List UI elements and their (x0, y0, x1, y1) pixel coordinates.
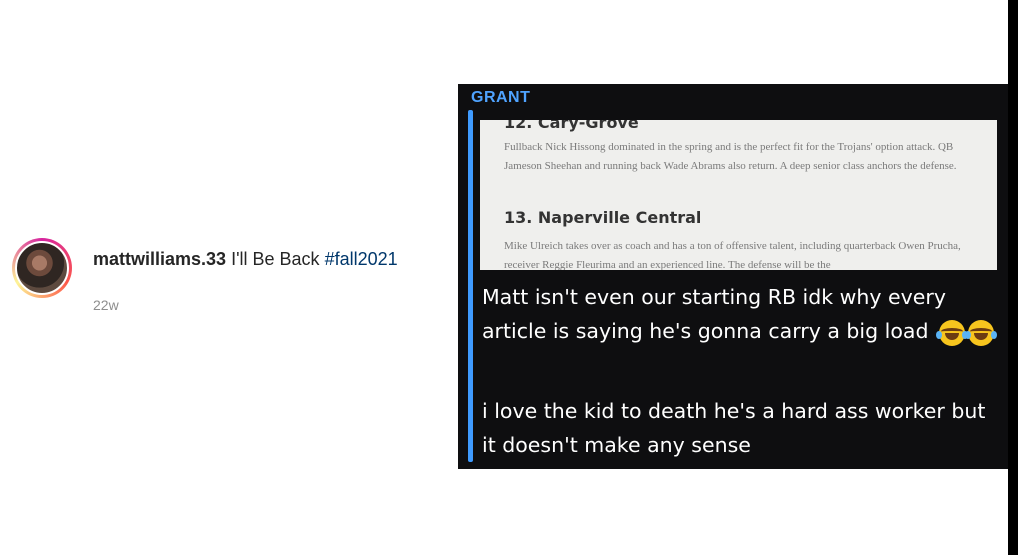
article-heading-13: 13. Naperville Central (504, 208, 702, 227)
comment-text: I'll Be Back (231, 249, 320, 269)
username-link[interactable]: mattwilliams.33 (93, 249, 226, 269)
comment-timestamp[interactable]: 22w (93, 297, 119, 313)
hashtag-link[interactable]: #fall2021 (325, 249, 398, 269)
article-body-12: Fullback Nick Hissong dominated in the s… (504, 141, 957, 172)
reply-indicator-bar (468, 110, 473, 462)
embedded-message-screenshot: GRANT 12. Cary-Grove Fullback Nick Hisso… (458, 84, 1008, 469)
laughing-crying-emoji-icon (936, 320, 968, 346)
caption-1: Matt isn't even our starting RB idk why … (482, 280, 1002, 349)
avatar-photo (15, 241, 69, 295)
caption-2: i love the kid to death he's a hard ass … (482, 399, 986, 457)
laughing-crying-emoji-icon (965, 320, 997, 346)
article-heading-12: 12. Cary-Grove (504, 120, 639, 132)
laughing-crying-emoji-pair (936, 315, 997, 349)
avatar[interactable] (12, 238, 72, 298)
article-body-13: Mike Ulreich takes over as coach and has… (504, 240, 961, 270)
right-edge-border (1008, 0, 1018, 555)
caption-1-text: Matt isn't even our starting RB idk why … (482, 285, 946, 343)
instagram-comment: mattwilliams.33 I'll Be Back #fall2021 2… (12, 236, 452, 336)
article-snippet: 12. Cary-Grove Fullback Nick Hissong dom… (480, 120, 997, 270)
sender-name: GRANT (471, 89, 531, 106)
comment-text-line: mattwilliams.33 I'll Be Back #fall2021 (93, 249, 398, 270)
